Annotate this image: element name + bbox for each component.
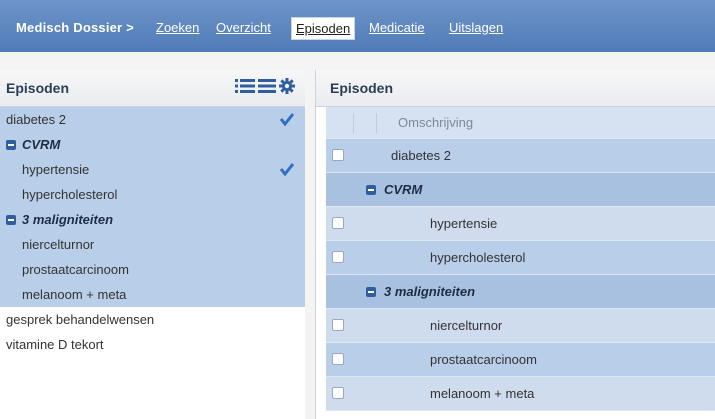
table-row[interactable]: diabetes 2: [326, 139, 715, 173]
row-checkbox[interactable]: [332, 251, 344, 263]
episode-list: diabetes 2 CVRM hypertensie hypercholest…: [0, 107, 305, 357]
main-panel-header: Episoden: [316, 70, 715, 107]
nav-zoeken[interactable]: Zoeken: [156, 20, 199, 35]
table-row[interactable]: melanoom + meta: [326, 377, 715, 411]
table-row[interactable]: hypertensie: [326, 207, 715, 241]
sidebar-toolbar: [235, 78, 295, 94]
list-icon[interactable]: [235, 78, 255, 94]
list-item-label: melanoom + meta: [22, 287, 127, 302]
row-checkbox[interactable]: [332, 387, 344, 399]
group-label: 3 maligniteiten: [384, 284, 476, 299]
table-row[interactable]: hypercholesterol: [326, 241, 715, 275]
column-divider: [353, 113, 354, 133]
column-divider: [376, 113, 377, 133]
row-checkbox[interactable]: [332, 353, 344, 365]
episodes-sidebar: Episoden diabetes 2 CVRM hypertensie hyp…: [0, 70, 305, 419]
row-checkbox[interactable]: [332, 149, 344, 161]
row-label: diabetes 2: [391, 148, 451, 163]
list-group[interactable]: CVRM: [0, 132, 305, 157]
table-group-row[interactable]: 3 maligniteiten: [326, 275, 715, 309]
episodes-grid: Omschrijving diabetes 2 CVRM hypertensie…: [326, 107, 715, 411]
column-header-omschrijving[interactable]: Omschrijving: [398, 107, 473, 139]
table-group-row[interactable]: CVRM: [326, 173, 715, 207]
list-item[interactable]: gesprek behandelwensen: [0, 307, 305, 332]
list-group-label: CVRM: [22, 137, 61, 152]
list-item-label: vitamine D tekort: [6, 337, 104, 352]
list-item-label: hypercholesterol: [22, 187, 118, 202]
list-group[interactable]: 3 maligniteiten: [0, 207, 305, 232]
row-label: hypertensie: [430, 216, 498, 231]
nav-overzicht-label: Overzicht: [216, 20, 271, 35]
row-checkbox[interactable]: [332, 217, 344, 229]
nav-medicatie[interactable]: Medicatie: [369, 20, 425, 35]
main-panel-title: Episoden: [330, 80, 394, 96]
sidebar-header: Episoden: [0, 70, 305, 107]
list-item-label: hypertensie: [22, 162, 90, 177]
list-item[interactable]: melanoom + meta: [0, 282, 305, 307]
row-label: melanoom + meta: [430, 386, 535, 401]
nav-uitslagen-label: Uitslagen: [449, 20, 504, 35]
sidebar-title: Episoden: [6, 80, 70, 96]
nav-overzicht[interactable]: Overzicht: [216, 20, 271, 35]
episodes-main-panel: Episoden Omschrijving diabetes 2 CVRM hy…: [315, 70, 715, 419]
list-item-label: prostaatcarcinoom: [22, 262, 129, 277]
nav-episoden-label: Episoden: [296, 21, 351, 36]
row-label: prostaatcarcinoom: [430, 352, 537, 367]
list-item[interactable]: vitamine D tekort: [0, 332, 305, 357]
collapse-icon[interactable]: [366, 287, 376, 297]
collapse-icon[interactable]: [366, 185, 376, 195]
row-label: niercelturnor: [430, 318, 503, 333]
list-item-label: niercelturnor: [22, 237, 95, 252]
top-navigation-bar: Medisch Dossier > Zoeken Overzicht Episo…: [0, 0, 715, 52]
list-item[interactable]: hypertensie: [0, 157, 305, 182]
list-item[interactable]: prostaatcarcinoom: [0, 257, 305, 282]
menu-icon[interactable]: [258, 78, 276, 94]
list-item-label: gesprek behandelwensen: [6, 312, 155, 327]
row-checkbox[interactable]: [332, 319, 344, 331]
grid-header-row: Omschrijving: [326, 107, 715, 139]
list-group-label: 3 maligniteiten: [22, 212, 114, 227]
table-row[interactable]: prostaatcarcinoom: [326, 343, 715, 377]
brand-breadcrumb[interactable]: Medisch Dossier >: [16, 20, 134, 35]
nav-medicatie-label: Medicatie: [369, 20, 425, 35]
nav-episoden[interactable]: Episoden: [291, 17, 356, 40]
list-item[interactable]: hypercholesterol: [0, 182, 305, 207]
nav-zoeken-label: Zoeken: [156, 20, 200, 35]
list-item[interactable]: niercelturnor: [0, 232, 305, 257]
collapse-icon[interactable]: [6, 140, 16, 150]
row-label: hypercholesterol: [430, 250, 526, 265]
group-label: CVRM: [384, 182, 423, 197]
collapse-icon[interactable]: [6, 215, 16, 225]
list-item[interactable]: diabetes 2: [0, 107, 305, 132]
gear-icon[interactable]: [279, 78, 295, 94]
table-row[interactable]: niercelturnor: [326, 309, 715, 343]
nav-uitslagen[interactable]: Uitslagen: [449, 20, 503, 35]
list-item-label: diabetes 2: [6, 112, 66, 127]
